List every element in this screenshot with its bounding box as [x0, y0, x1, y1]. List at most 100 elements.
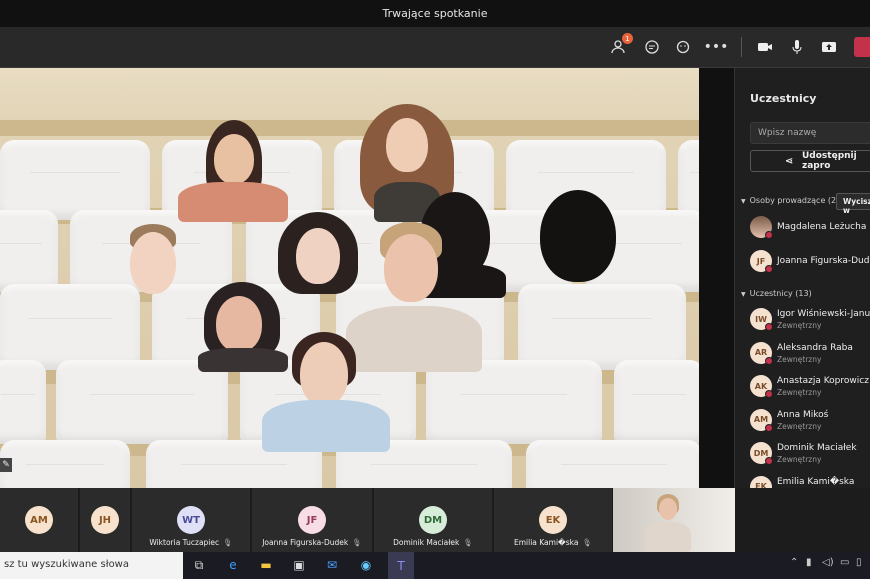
participant-name: Igor Wiśniewski-Janusz — [777, 309, 870, 319]
presenters-section-header[interactable]: ▼ Osoby prowadzące (2) — [741, 196, 839, 205]
participant-name: Magdalena Leżucha — [777, 222, 867, 232]
participant-name: Joanna Figurska-Dudek — [777, 256, 870, 266]
avatar — [750, 216, 773, 239]
mute-all-button[interactable]: Wycisz w — [836, 193, 870, 215]
toolbar-divider — [741, 37, 742, 57]
avatar: AM — [25, 506, 53, 534]
gallery-tile[interactable]: JF Joanna Figurska-Dudek 🎙 — [252, 488, 372, 552]
avatar: JF — [750, 250, 773, 273]
gallery-tile[interactable]: JH — [80, 488, 130, 552]
avatar: DM — [750, 442, 773, 465]
gallery-tile[interactable]: EK Emilia Kami�ska 🎙 — [494, 488, 612, 552]
participant-role: Zewnętrzny — [777, 455, 822, 464]
participant-list-item[interactable]: DM Dominik Maciałek Zewnętrzny — [750, 438, 870, 468]
gallery-tile-name: Joanna Figurska-Dudek 🎙 — [252, 538, 372, 547]
avatar-initials: AR — [754, 348, 768, 357]
volume-icon[interactable]: ◁) — [822, 557, 834, 568]
mic-muted-icon: 🎙 — [463, 538, 473, 547]
store-icon[interactable]: ▣ — [290, 556, 308, 574]
gallery-tile-name: Dominik Maciałek 🎙 — [374, 538, 492, 547]
avatar: AR — [750, 341, 773, 365]
avatar: WT — [177, 506, 205, 534]
attendees-label: Uczestnicy (13) — [749, 289, 812, 298]
camera-icon[interactable] — [753, 35, 777, 59]
avatar-initials: AK — [754, 381, 768, 391]
participant-name: Anna Mikoś — [777, 409, 829, 420]
chevron-down-icon: ▼ — [741, 291, 746, 298]
participant-name: Wiktoria Tuczapiec — [149, 538, 220, 547]
status-dot — [765, 457, 773, 465]
gallery-tile-name: Emilia Kami�ska 🎙 — [494, 538, 612, 547]
participant-list-item[interactable]: AK Anastazja Koprowicz Zewnętrzny — [750, 371, 870, 401]
avatar: AK — [750, 375, 773, 398]
participant-list-item[interactable]: Magdalena Leżucha — [750, 212, 870, 242]
chair — [526, 440, 699, 488]
shared-video-stage: ✎ — [0, 68, 734, 488]
gallery-tile-name: Wiktoria Tuczapiec 🎙 — [132, 538, 250, 547]
leave-button[interactable] — [854, 37, 870, 57]
share-screen-icon[interactable] — [817, 35, 841, 59]
avatar: AM — [750, 408, 773, 432]
chair — [0, 210, 58, 292]
status-dot — [765, 231, 773, 239]
self-view-video[interactable] — [613, 488, 735, 552]
participant-video — [178, 120, 288, 222]
participant-list-item[interactable]: AM Anna Mikoś Zewnętrzny — [750, 405, 870, 435]
participant-list-item[interactable]: IW Igor Wiśniewski-Janusz Zewnętrzny — [750, 304, 870, 334]
gallery-strip: AM JH WT Wiktoria Tuczapiec 🎙 JF Joanna Figurs… — [0, 488, 870, 552]
gallery-tile[interactable]: AM — [0, 488, 78, 552]
chair — [518, 284, 686, 370]
chevron-down-icon: ▼ — [741, 198, 746, 205]
participant-role: Zewnętrzny — [777, 388, 822, 397]
taskbar-search-input[interactable]: sz tu wyszukiwane słowa — [0, 552, 183, 579]
participant-role: Zewnętrzny — [777, 421, 822, 431]
participant-search-input[interactable]: Wpisz nazwę — [750, 122, 870, 144]
participants-icon[interactable]: 1 — [608, 33, 633, 59]
chat-icon[interactable] — [640, 35, 664, 59]
network-icon[interactable]: ▭ — [840, 557, 849, 568]
browser-icon[interactable]: ◉ — [357, 556, 375, 574]
avatar: DM — [419, 506, 447, 534]
gallery-tile[interactable]: WT Wiktoria Tuczapiec 🎙 — [132, 488, 250, 552]
share-invite-label: Udostępnij zapro — [802, 151, 857, 171]
chair — [56, 360, 228, 444]
participant-name: Emilia Kami�ska — [777, 476, 855, 487]
more-icon[interactable]: ••• — [704, 35, 729, 59]
participant-role: Zewnętrzny — [777, 354, 822, 364]
edge-icon[interactable]: e — [224, 556, 242, 574]
status-dot — [765, 323, 773, 331]
mic-muted-icon: 🎙 — [223, 538, 233, 547]
panel-title: Uczestnicy — [750, 92, 817, 105]
participants-badge: 1 — [622, 33, 633, 44]
chair — [0, 140, 150, 220]
tray-chevron-icon[interactable]: ⌃ — [790, 557, 798, 568]
mic-muted-icon: 🎙 — [582, 538, 592, 547]
mic-muted-icon: 🎙 — [352, 538, 362, 547]
participant-video — [126, 224, 180, 294]
teams-window: Trwające spotkanie 1 ••• ✎ Uczestnicy Wp… — [0, 0, 870, 579]
mic-icon[interactable] — [785, 35, 809, 59]
participant-list-item[interactable]: JF Joanna Figurska-Dudek — [750, 246, 870, 276]
status-dot — [765, 356, 773, 365]
chair — [0, 284, 140, 370]
avatar-initials: DM — [753, 448, 769, 458]
virtual-classroom-video — [0, 68, 699, 488]
mail-icon[interactable]: ✉ — [323, 556, 341, 574]
file-explorer-icon[interactable]: ▬ — [257, 556, 275, 574]
chair — [678, 140, 699, 220]
attendees-section-header[interactable]: ▼ Uczestnicy (13) — [741, 289, 812, 298]
battery-icon[interactable]: ▯ — [856, 557, 862, 568]
task-view-icon[interactable]: ⧉ — [190, 556, 208, 574]
presenters-label: Osoby prowadzące (2) — [749, 196, 840, 205]
pencil-icon[interactable]: ✎ — [0, 458, 12, 472]
teams-icon[interactable]: T — [388, 552, 414, 579]
participant-name: Emilia Kami�ska — [514, 538, 579, 547]
meeting-toolbar: 1 ••• — [0, 27, 870, 68]
share-invite-button[interactable]: ⋖ Udostępnij zapro — [750, 150, 870, 172]
status-dot — [765, 265, 773, 273]
gallery-tile[interactable]: DM Dominik Maciałek 🎙 — [374, 488, 492, 552]
window-title: Trwające spotkanie — [382, 7, 488, 20]
reactions-icon[interactable] — [672, 35, 696, 59]
participant-list-item[interactable]: AR Aleksandra Raba Zewnętrzny — [750, 338, 870, 368]
avatar: IW — [750, 308, 773, 331]
